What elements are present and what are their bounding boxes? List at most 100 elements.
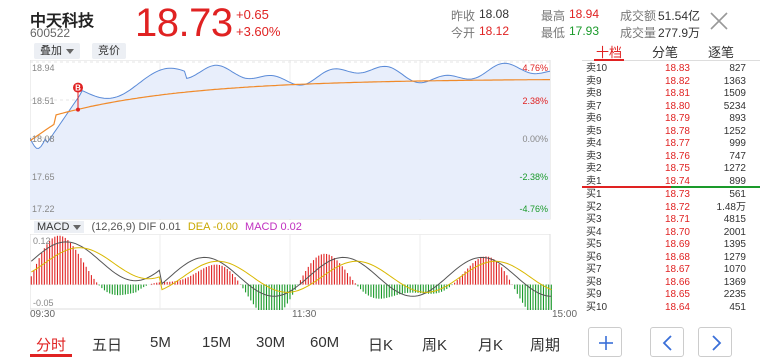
ask-row[interactable]: 卖4 18.77 999 bbox=[582, 138, 760, 150]
tab-period-1[interactable]: 五日 bbox=[92, 334, 122, 355]
ask-row[interactable]: 卖8 18.81 1509 bbox=[582, 88, 760, 100]
level-price: 18.82 bbox=[664, 75, 690, 87]
volume-label: 成交量 bbox=[620, 26, 657, 40]
bid-row[interactable]: 买9 18.65 2235 bbox=[582, 289, 760, 301]
low-label: 最低 bbox=[541, 26, 566, 40]
level-label: 买3 bbox=[586, 214, 602, 225]
level-volume: 1252 bbox=[723, 125, 746, 137]
level-label: 卖8 bbox=[586, 88, 602, 99]
next-stock-button[interactable] bbox=[698, 327, 732, 357]
level-label: 买4 bbox=[586, 226, 602, 238]
y-axis-percent-label: 2.38% bbox=[522, 96, 548, 106]
bid-row[interactable]: 买10 18.64 451 bbox=[582, 302, 760, 314]
level-label: 买8 bbox=[586, 276, 602, 288]
add-button[interactable] bbox=[588, 327, 622, 357]
level-price: 18.70 bbox=[664, 226, 690, 238]
tab-period-4[interactable]: 30M bbox=[256, 334, 285, 351]
chevron-left-icon bbox=[662, 335, 672, 351]
ask-row[interactable]: 卖6 18.79 893 bbox=[582, 113, 760, 125]
intraday-price-chart[interactable]: 18.94 18.51 18.08 17.65 17.22 4.76% 2.38% 0.00%… bbox=[30, 60, 580, 220]
amount-value: 51.54亿 bbox=[658, 9, 701, 23]
level-label: 买2 bbox=[586, 201, 602, 213]
macd-selector[interactable]: MACD bbox=[34, 221, 85, 233]
level-volume: 1272 bbox=[723, 163, 746, 174]
tab-per-trade[interactable]: 逐笔 bbox=[708, 42, 734, 61]
dif-value: 0.01 bbox=[159, 221, 181, 233]
bid-row[interactable]: 买6 18.68 1279 bbox=[582, 252, 760, 264]
y-axis-label: 18.51 bbox=[32, 96, 55, 106]
orderbook-tabs: 十档 分笔 逐笔 bbox=[582, 42, 760, 60]
auction-button[interactable]: 竞价 bbox=[92, 43, 126, 59]
bid-row[interactable]: 买1 18.73 561 bbox=[582, 189, 760, 201]
level-volume: 1369 bbox=[723, 276, 746, 288]
tab-period-6[interactable]: 日K bbox=[368, 334, 393, 355]
high-value: 18.94 bbox=[569, 7, 600, 21]
tab-period-3[interactable]: 15M bbox=[202, 334, 231, 351]
macd-value-label: MACD bbox=[245, 221, 278, 233]
bid-row[interactable]: 买7 18.67 1070 bbox=[582, 264, 760, 276]
tab-period-2[interactable]: 5M bbox=[150, 334, 171, 351]
level-volume: 561 bbox=[729, 189, 746, 200]
level-price: 18.64 bbox=[664, 301, 690, 313]
tab-period-0[interactable]: 分时 bbox=[36, 334, 66, 355]
level-price: 18.78 bbox=[664, 125, 690, 137]
current-price: 18.73 bbox=[135, 1, 233, 45]
level-price: 18.69 bbox=[664, 239, 690, 250]
close-icon[interactable] bbox=[708, 10, 730, 32]
bid-row[interactable]: 买4 18.70 2001 bbox=[582, 227, 760, 239]
level-price: 18.81 bbox=[664, 88, 690, 99]
ask-row[interactable]: 卖7 18.80 5234 bbox=[582, 101, 760, 113]
level-label: 卖6 bbox=[586, 113, 602, 124]
bid-row[interactable]: 买2 18.72 1.48万 bbox=[582, 202, 760, 214]
level-volume: 4815 bbox=[723, 214, 746, 225]
high-label: 最高 bbox=[541, 9, 566, 23]
level-price: 18.80 bbox=[664, 100, 690, 112]
ask-row[interactable]: 卖3 18.76 747 bbox=[582, 151, 760, 163]
level-label: 卖4 bbox=[586, 138, 602, 149]
level-price: 18.71 bbox=[664, 214, 690, 225]
ask-row[interactable]: 卖2 18.75 1272 bbox=[582, 163, 760, 175]
macd-value: 0.02 bbox=[280, 221, 302, 233]
prev-stock-button[interactable] bbox=[650, 327, 684, 357]
macd-legend: MACD (12,26,9) DIF 0.01 DEA -0.00 MACD 0… bbox=[34, 220, 302, 234]
level-price: 18.73 bbox=[664, 189, 690, 200]
overlay-button[interactable]: 叠加 bbox=[34, 43, 80, 59]
tab-period-5[interactable]: 60M bbox=[310, 334, 339, 351]
price-change: +0.65 bbox=[236, 7, 269, 22]
level-price: 18.68 bbox=[664, 251, 690, 263]
stock-quote-screen: 中天科技 600522 18.73 +0.65 +3.60% 昨收 18.08 … bbox=[0, 0, 760, 357]
tab-ticks[interactable]: 分笔 bbox=[652, 42, 678, 61]
y-axis-percent-label: -4.76% bbox=[519, 204, 548, 214]
bid-row[interactable]: 买3 18.71 4815 bbox=[582, 214, 760, 226]
ask-row[interactable]: 卖9 18.82 1363 bbox=[582, 76, 760, 88]
level-label: 买5 bbox=[586, 239, 602, 250]
tab-period-7[interactable]: 周K bbox=[422, 334, 447, 355]
level-volume: 1395 bbox=[723, 239, 746, 250]
tab-period-9[interactable]: 周期 bbox=[530, 334, 560, 355]
bid-row[interactable]: 买8 18.66 1369 bbox=[582, 277, 760, 289]
dropdown-triangle-icon bbox=[66, 48, 74, 54]
ask-row[interactable]: 卖5 18.78 1252 bbox=[582, 126, 760, 138]
prev-close-label: 昨收 bbox=[451, 9, 476, 23]
level-label: 卖2 bbox=[586, 163, 602, 174]
y-axis-percent-label: -2.38% bbox=[519, 172, 548, 182]
bid-ask-divider bbox=[582, 186, 760, 188]
level-volume: 999 bbox=[729, 138, 746, 149]
time-end: 15:00 bbox=[552, 309, 578, 320]
level-volume: 451 bbox=[729, 301, 746, 313]
tab-period-8[interactable]: 月K bbox=[478, 334, 503, 355]
level-label: 买10 bbox=[586, 301, 608, 313]
time-start: 09:30 bbox=[30, 309, 56, 320]
macd-chart[interactable]: 0.12 -0.05 bbox=[30, 234, 580, 310]
level-label: 卖10 bbox=[586, 63, 608, 74]
open-label: 今开 bbox=[451, 26, 476, 40]
bid-row[interactable]: 买5 18.69 1395 bbox=[582, 239, 760, 251]
volume-value: 277.9万 bbox=[658, 26, 701, 40]
ask-row[interactable]: 卖10 18.83 827 bbox=[582, 63, 760, 75]
level-price: 18.67 bbox=[664, 264, 690, 275]
level-volume: 5234 bbox=[723, 100, 746, 112]
dif-label: DIF bbox=[138, 221, 157, 233]
y-axis-label: 18.08 bbox=[32, 134, 55, 144]
level-price: 18.75 bbox=[664, 163, 690, 174]
low-value: 17.93 bbox=[569, 24, 600, 38]
